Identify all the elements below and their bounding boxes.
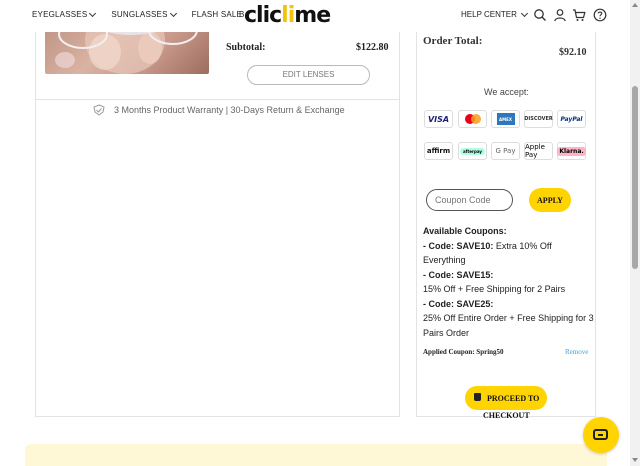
warranty-text: 3 Months Product Warranty | 30-Days Retu… [114, 105, 345, 115]
promo-banner [25, 444, 607, 466]
affirm-label: affirm [426, 147, 451, 155]
logo-text: clic [244, 3, 282, 28]
divider [36, 99, 399, 100]
user-icon[interactable] [553, 8, 567, 22]
warranty-info: 3 Months Product Warranty | 30-Days Retu… [92, 104, 345, 116]
affirm-icon: affirm [424, 142, 453, 160]
coupon-code: - Code: SAVE15: [423, 269, 494, 280]
google-pay-icon: G Pay [491, 142, 520, 160]
main-nav: EYEGLASSES SUNGLASSES FLASH SALE [32, 9, 258, 19]
proceed-label-line1: PROCEED TO [487, 394, 540, 403]
nav-eyeglasses[interactable]: EYEGLASSES [32, 9, 97, 19]
klarna-icon: Klarna. [557, 142, 586, 160]
help-icon[interactable] [593, 8, 607, 22]
scroll-up-arrow-icon[interactable] [632, 3, 638, 7]
coupon-item: - Code: SAVE25: 25% Off Entire Order + Fr… [423, 297, 595, 341]
mastercard-logo [464, 114, 481, 124]
coupon-description: 15% Off + Free Shipping for 2 Pairs [423, 284, 566, 294]
afterpay-label: afterpay [459, 147, 486, 155]
chat-bubble-icon [593, 429, 608, 440]
nav-sunglasses-label: SUNGLASSES [111, 10, 168, 19]
cart-page: EYEGLASSES SUNGLASSES FLASH SALE B clicl… [0, 0, 640, 466]
subtotal-value: $122.80 [356, 42, 389, 53]
lock-icon [474, 393, 481, 401]
search-icon[interactable] [533, 8, 547, 22]
logo-text-end: me [294, 3, 331, 28]
warranty-badge-icon [93, 104, 105, 116]
nav-eyeglasses-label: EYEGLASSES [32, 10, 88, 19]
chevron-down-icon [169, 9, 177, 17]
discover-label: DISCOVER [524, 116, 553, 122]
cart-icon[interactable] [572, 8, 586, 22]
klarna-label: Klarna. [557, 146, 586, 156]
apply-coupon-button[interactable]: APPLY [529, 188, 571, 212]
nav-sunglasses[interactable]: SUNGLASSES [111, 9, 177, 19]
available-coupons: Available Coupons: - Code: SAVE10: Extra… [423, 224, 595, 340]
chevron-down-icon [89, 9, 97, 17]
discover-icon: DISCOVER [524, 110, 553, 128]
help-center-link[interactable]: HELP CENTER [461, 9, 528, 19]
subtotal-label: Subtotal: [226, 42, 266, 53]
remove-coupon-link[interactable]: Remove [565, 348, 588, 356]
coupon-description: 25% Off Entire Order + Free Shipping for… [423, 313, 594, 338]
google-pay-label: G Pay [495, 147, 516, 155]
coupon-code: - Code: SAVE10: [423, 240, 494, 251]
we-accept-label: We accept: [484, 87, 529, 97]
amex-icon: AMEX [491, 110, 520, 128]
coupon-code-input[interactable] [426, 189, 513, 211]
help-center-label: HELP CENTER [461, 10, 517, 19]
apple-pay-label: Apple Pay [525, 143, 545, 159]
order-total-label: Order Total: [423, 35, 483, 47]
visa-icon: VISA [424, 110, 453, 128]
apple-pay-icon: Apple Pay [524, 142, 553, 160]
coupon-item: - Code: SAVE15: 15% Off + Free Shipping f… [423, 268, 595, 297]
mastercard-icon [458, 110, 487, 128]
coupon-code: - Code: SAVE25: [423, 298, 494, 309]
proceed-label-line2: CHECKOUT [483, 411, 530, 420]
coupon-item: - Code: SAVE10: Extra 10% Off Everything [423, 239, 595, 268]
nav-flash-sale[interactable]: FLASH SALE [192, 10, 242, 19]
site-header: EYEGLASSES SUNGLASSES FLASH SALE B clicl… [0, 0, 630, 32]
brand-logo[interactable]: cliclime [244, 3, 331, 28]
available-coupons-title: Available Coupons: [423, 226, 507, 236]
paypal-label: PayPal [560, 115, 583, 123]
amex-label: AMEX [496, 113, 515, 125]
afterpay-icon: afterpay [458, 142, 487, 160]
edit-lenses-button[interactable]: EDIT LENSES [247, 65, 370, 85]
order-total-value: $92.10 [559, 47, 587, 58]
scrollbar-thumb[interactable] [632, 86, 638, 269]
scroll-down-arrow-icon[interactable] [632, 458, 638, 462]
visa-label: VISA [427, 114, 450, 124]
applied-coupon-text: Applied Coupon: Spring50 [423, 348, 504, 356]
logo-text-accent: li [281, 3, 295, 28]
paypal-icon: PayPal [557, 110, 586, 128]
chevron-down-icon [520, 9, 528, 17]
